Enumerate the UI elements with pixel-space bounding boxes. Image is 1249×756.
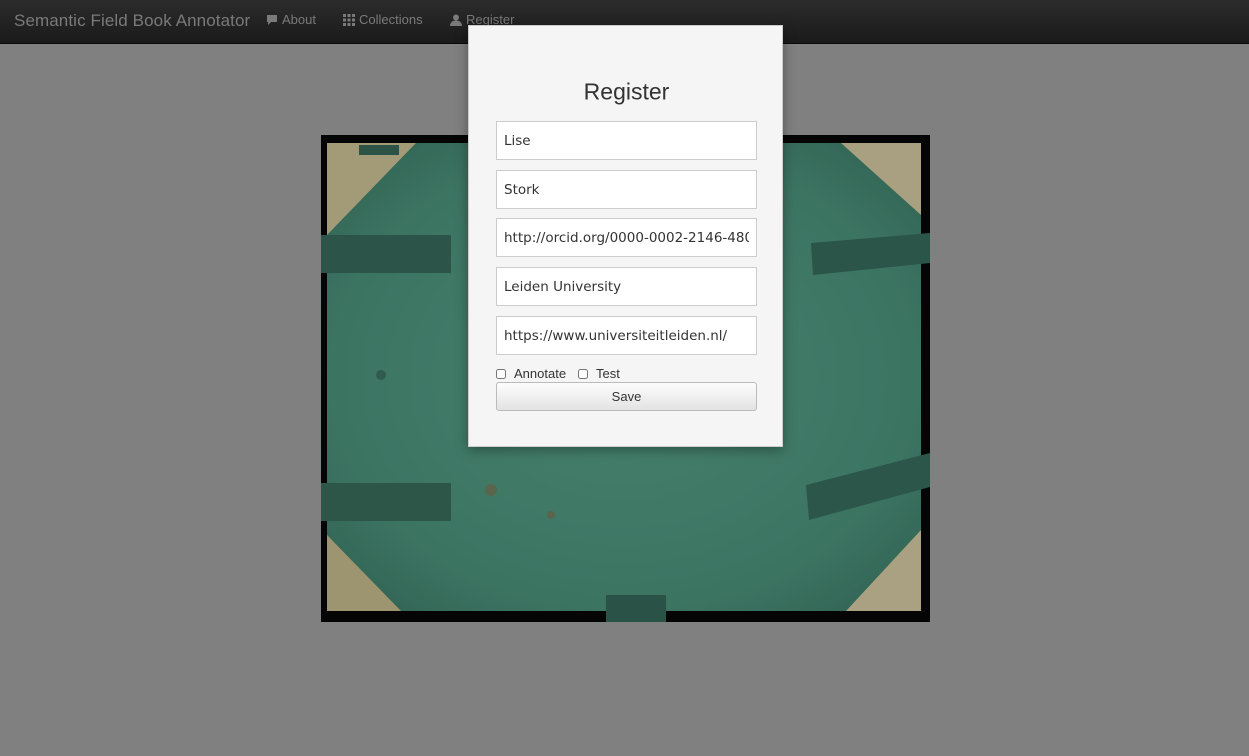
orcid-field[interactable] xyxy=(496,218,757,257)
comment-icon xyxy=(266,14,278,26)
test-option[interactable]: Test xyxy=(578,366,620,381)
save-button[interactable]: Save xyxy=(496,382,757,411)
annotate-checkbox[interactable] xyxy=(496,368,506,379)
nav-item-label: Collections xyxy=(359,12,423,27)
modal-title: Register xyxy=(583,78,670,105)
register-modal: Register Annotate Test Save xyxy=(468,25,783,447)
grid-icon xyxy=(343,13,355,26)
nav-item-about[interactable]: About xyxy=(266,12,316,27)
user-icon xyxy=(450,14,462,26)
brand-link[interactable]: Semantic Field Book Annotator xyxy=(14,11,250,31)
last-name-field[interactable] xyxy=(496,170,757,209)
nav-item-collections[interactable]: Collections xyxy=(343,12,423,27)
annotate-option[interactable]: Annotate xyxy=(496,366,566,381)
annotate-label: Annotate xyxy=(514,366,567,381)
organization-field[interactable] xyxy=(496,267,757,306)
organization-url-field[interactable] xyxy=(496,316,757,355)
role-checkboxes: Annotate Test xyxy=(496,366,632,381)
test-checkbox[interactable] xyxy=(578,368,589,379)
nav-item-label: About xyxy=(282,12,316,27)
first-name-field[interactable] xyxy=(496,121,757,160)
test-label: Test xyxy=(596,366,620,381)
